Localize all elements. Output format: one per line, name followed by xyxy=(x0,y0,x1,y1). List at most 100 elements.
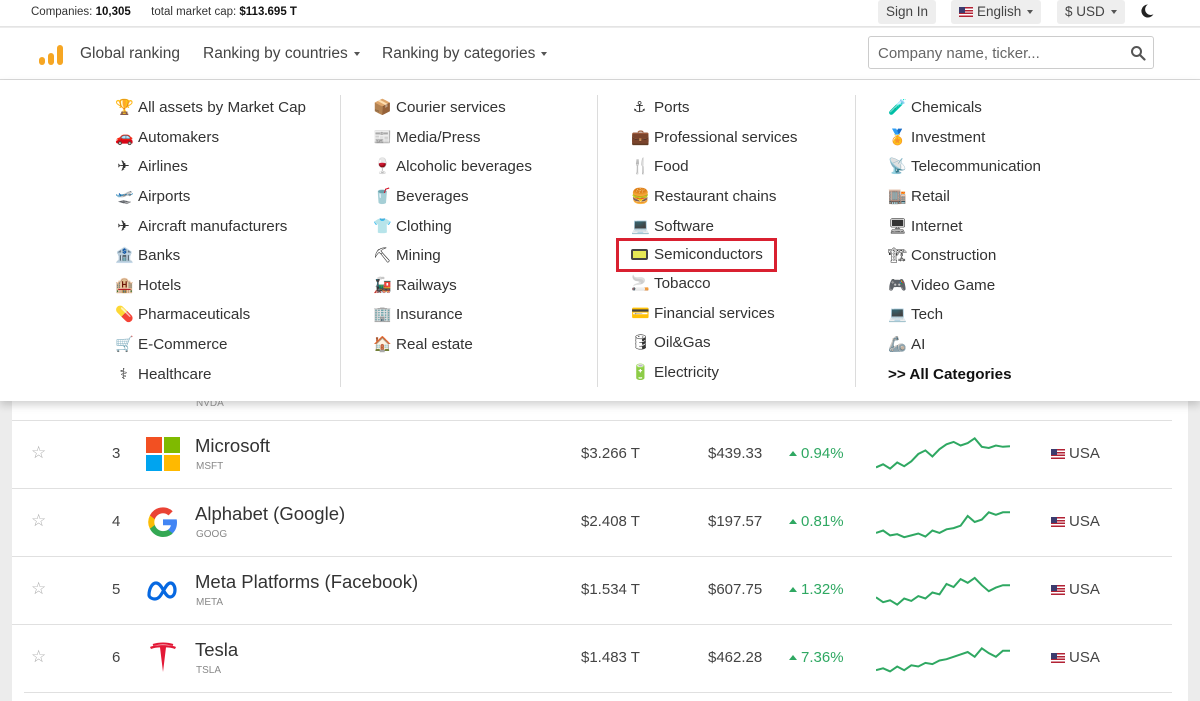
category-item[interactable]: 🚬 Tobacco xyxy=(631,269,861,299)
company-logo-icon[interactable] xyxy=(146,573,180,607)
companies-count: 10,305 xyxy=(95,6,131,18)
nav-global-ranking[interactable]: Global ranking xyxy=(80,45,180,63)
nav-countries-label: Ranking by countries xyxy=(203,45,348,62)
table-row[interactable]: ☆ 6 Tesla TSLA $1.483 T $462.28 7.36% USA xyxy=(12,624,1172,692)
company-logo-icon[interactable] xyxy=(146,641,180,675)
chevron-down-icon xyxy=(1027,10,1034,15)
share-price: $462.28 xyxy=(708,649,763,666)
category-item[interactable]: ⛏ Mining xyxy=(373,241,603,271)
category-item[interactable]: 💼 Professional services xyxy=(631,123,861,153)
category-item[interactable]: 💻 Tech xyxy=(888,300,1118,330)
us-flag-icon xyxy=(959,7,973,17)
category-label: Tobacco xyxy=(654,275,711,293)
category-item[interactable]: 🍔 Restaurant chains xyxy=(631,182,861,212)
category-item[interactable]: 🦾 AI xyxy=(888,330,1118,360)
column-divider xyxy=(855,95,856,387)
category-item[interactable]: 🔋 Electricity xyxy=(631,358,861,388)
favorite-star-icon[interactable]: ☆ xyxy=(31,511,46,531)
sign-in-button[interactable]: Sign In xyxy=(878,0,937,24)
country-label: USA xyxy=(1069,581,1100,598)
category-item[interactable]: ⚕ Healthcare xyxy=(115,359,345,389)
category-item[interactable]: 🍷 Alcoholic beverages xyxy=(373,152,603,182)
category-item[interactable]: ⚓ Ports xyxy=(631,93,861,123)
language-selector[interactable]: English xyxy=(951,0,1042,24)
construction-icon: 🏗 xyxy=(888,247,908,265)
category-item[interactable]: 🏗 Construction xyxy=(888,241,1118,271)
table-row[interactable]: ☆ 4 Alphabet (Google) GOOG $2.408 T $197.57 0.… xyxy=(12,488,1172,556)
table-row[interactable]: ☆ 5 Meta Platforms (Facebook) META $1.534 T $… xyxy=(12,556,1172,624)
category-item[interactable]: 🛫 Airports xyxy=(115,182,345,212)
category-item[interactable]: 📰 Media/Press xyxy=(373,123,603,153)
favorite-star-icon[interactable]: ☆ xyxy=(31,443,46,463)
category-item[interactable]: 🏅 Investment xyxy=(888,123,1118,153)
price-sparkline xyxy=(876,646,1010,673)
chevron-down-icon xyxy=(541,51,548,56)
dark-mode-moon-icon[interactable] xyxy=(1139,3,1155,19)
category-label: Food xyxy=(654,158,689,176)
currency-selector[interactable]: $ USD xyxy=(1057,0,1125,24)
category-item[interactable]: 💳 Financial services xyxy=(631,299,861,329)
category-item[interactable]: 🥤 Beverages xyxy=(373,182,603,212)
company-name[interactable]: Tesla xyxy=(195,639,238,661)
category-item[interactable]: 🍴 Food xyxy=(631,152,861,182)
country: USA xyxy=(1051,445,1100,462)
favorite-star-icon[interactable]: ☆ xyxy=(31,579,46,599)
category-item[interactable]: 🏢 Insurance xyxy=(373,300,603,330)
airport-icon: 🛫 xyxy=(115,188,134,206)
house-icon: 🏠 xyxy=(373,336,392,354)
us-flag-icon xyxy=(1051,653,1065,663)
company-name[interactable]: Alphabet (Google) xyxy=(195,503,345,525)
category-label: Media/Press xyxy=(396,128,481,146)
arrow-up-icon xyxy=(789,655,797,660)
market-cap: $1.534 T xyxy=(581,581,640,598)
table-row[interactable]: ☆ 3 Microsoft MSFT $3.266 T $439.33 0.94% USA xyxy=(12,420,1172,488)
category-item[interactable]: 🏠 Real estate xyxy=(373,330,603,360)
arrow-up-icon xyxy=(789,451,797,456)
shirt-icon: 👕 xyxy=(373,217,392,235)
category-item[interactable]: 🎮 Video Game xyxy=(888,271,1118,301)
category-item[interactable]: 🏨 Hotels xyxy=(115,271,345,301)
sparkline-line xyxy=(876,511,1010,539)
category-label: E-Commerce xyxy=(138,336,228,354)
category-item[interactable]: 🚗 Automakers xyxy=(115,123,345,153)
category-item[interactable]: 🛒 E-Commerce xyxy=(115,330,345,360)
anchor-icon: ⚓ xyxy=(632,99,647,117)
marketcap-value: $113.695 T xyxy=(239,6,297,18)
category-item[interactable]: 🏦 Banks xyxy=(115,241,345,271)
price-sparkline xyxy=(876,436,1010,470)
newspaper-icon: 📰 xyxy=(373,128,392,146)
search-input[interactable] xyxy=(878,43,1123,63)
wine-icon: 🍷 xyxy=(373,158,392,176)
cart-icon: 🛒 xyxy=(115,336,134,354)
category-item[interactable]: 🧪 Chemicals xyxy=(888,93,1118,123)
category-item[interactable]: ✈ Airlines xyxy=(115,152,345,182)
favorite-star-icon[interactable]: ☆ xyxy=(31,647,46,667)
category-label: Pharmaceuticals xyxy=(138,306,251,324)
category-item[interactable]: ✈ Aircraft manufacturers xyxy=(115,211,345,241)
nav-ranking-by-countries[interactable]: Ranking by countries xyxy=(203,45,360,63)
category-item[interactable]: 💻 Software xyxy=(631,211,861,241)
card-icon: 💳 xyxy=(631,304,650,322)
site-logo-icon[interactable] xyxy=(38,44,68,66)
category-item[interactable]: 💊 Pharmaceuticals xyxy=(115,300,345,330)
train-icon: 🚂 xyxy=(373,276,392,294)
nav-ranking-by-categories[interactable]: Ranking by categories xyxy=(382,45,548,63)
category-item[interactable]: 👕 Clothing xyxy=(373,211,603,241)
category-item[interactable]: >> All Categories xyxy=(888,359,1118,389)
category-item[interactable]: 📦 Courier services xyxy=(373,93,603,123)
category-item[interactable]: ▭ Semiconductors xyxy=(616,237,777,272)
category-item[interactable]: 🖥 Internet xyxy=(888,211,1118,241)
category-item[interactable]: 🏆 All assets by Market Cap xyxy=(115,93,345,123)
arrow-up-icon xyxy=(789,519,797,524)
company-name[interactable]: Microsoft xyxy=(195,435,270,457)
category-item[interactable]: 🛢 Oil&Gas xyxy=(631,328,861,358)
company-name[interactable]: Meta Platforms (Facebook) xyxy=(195,571,418,593)
search-icon[interactable] xyxy=(1130,45,1146,61)
healthcare-icon: ⚕ xyxy=(119,365,128,383)
category-item[interactable]: 🚂 Railways xyxy=(373,271,603,301)
category-item[interactable]: 🏬 Retail xyxy=(888,182,1118,212)
company-logo-icon[interactable] xyxy=(146,437,180,471)
share-price: $439.33 xyxy=(708,445,763,462)
category-item[interactable]: 📡 Telecommunication xyxy=(888,152,1118,182)
company-logo-icon[interactable] xyxy=(146,505,180,539)
